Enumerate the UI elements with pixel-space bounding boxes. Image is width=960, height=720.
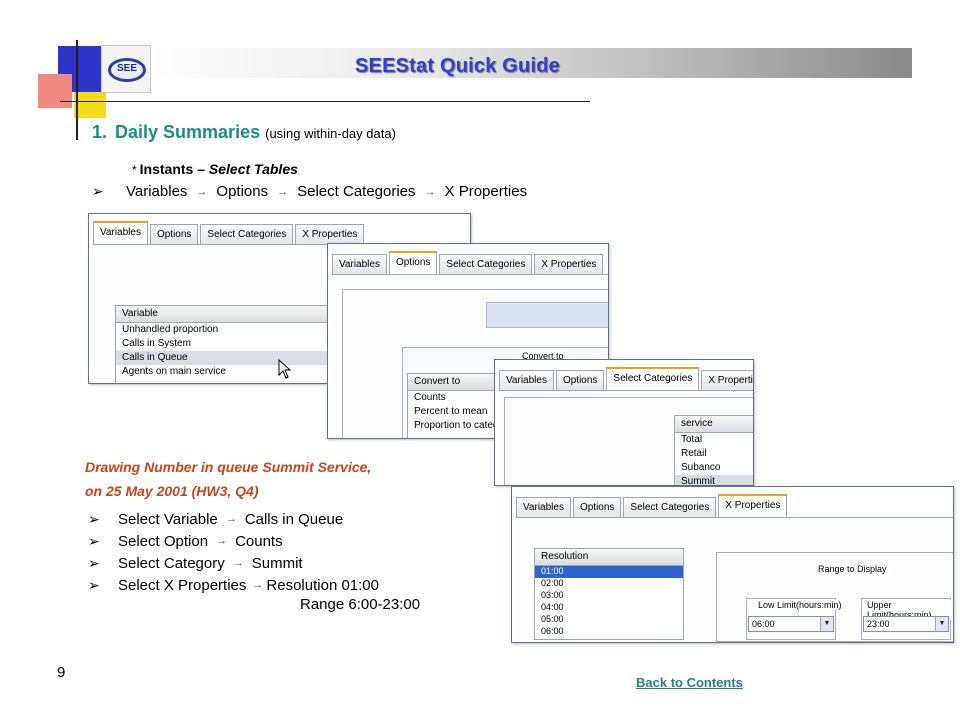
arrowhead-bullet-icon: ➢ xyxy=(88,510,100,527)
list-item[interactable]: 06:00 xyxy=(535,626,683,638)
navigation-flow: ➢ Variables → Options → Select Categorie… xyxy=(92,183,527,200)
list-item-selected[interactable]: Summit xyxy=(675,475,753,485)
tab-x-properties[interactable]: X Properties xyxy=(718,494,788,518)
tab-x-properties[interactable]: X Properties xyxy=(295,224,365,244)
deco-yellow-square xyxy=(74,92,106,118)
step-value: Calls in Queue xyxy=(244,510,344,528)
step-item: ➢ Select Variable → Calls in Queue xyxy=(88,508,420,530)
step-item: ➢ Select X Properties → Resolution 01:00 xyxy=(88,574,420,596)
list-item[interactable]: 04:00 xyxy=(535,602,683,614)
arrowhead-bullet-icon: ➢ xyxy=(88,554,100,571)
page-number: 9 xyxy=(57,664,66,681)
list-item[interactable]: Subanco xyxy=(675,461,753,475)
arrowhead-bullet-icon: ➢ xyxy=(88,532,100,549)
right-arrow-icon: → xyxy=(225,513,237,525)
list-item[interactable]: 02:00 xyxy=(535,578,683,590)
flow-item-variables: Variables xyxy=(126,183,188,200)
upper-limit-dropdown[interactable]: 23:00 ▼ xyxy=(863,616,949,632)
right-arrow-icon: → xyxy=(216,535,228,547)
see-logo: SEE xyxy=(101,45,151,93)
tab-select-categories[interactable]: Select Categories xyxy=(606,367,700,391)
list-item[interactable]: Total xyxy=(675,433,753,447)
step-value: Summit xyxy=(251,554,303,572)
tab-x-properties[interactable]: X Properties xyxy=(534,254,604,274)
tab-select-categories[interactable]: Select Categories xyxy=(439,254,533,274)
step-list: ➢ Select Variable → Calls in Queue ➢ Sel… xyxy=(88,508,420,618)
upper-limit-value: 23:00 xyxy=(867,619,890,629)
tab-strip: Variables Options Select Categories X Pr… xyxy=(332,250,605,275)
arrowhead-bullet-icon: ➢ xyxy=(88,576,100,593)
tab-variables[interactable]: Variables xyxy=(332,254,387,274)
tab-strip: Variables Options Select Categories X Pr… xyxy=(499,366,753,391)
service-list[interactable]: service Total Retail Subanco Summit xyxy=(674,415,753,485)
section-heading: 1. Daily Summaries (using within-day data… xyxy=(92,122,396,143)
tab-options[interactable]: Options xyxy=(149,224,199,244)
tab-variables[interactable]: Variables xyxy=(93,221,148,245)
tab-options[interactable]: Options xyxy=(555,370,605,390)
dropdown-arrow-icon[interactable]: ▼ xyxy=(935,617,948,631)
section-number: 1. xyxy=(92,122,108,142)
instants-label: Instants – xyxy=(139,161,209,177)
low-limit-value: 06:00 xyxy=(752,619,775,629)
tab-strip: Variables Options Select Categories X Pr… xyxy=(93,220,366,245)
tab-strip: Variables Options Select Categories X Pr… xyxy=(516,493,789,518)
instants-emphasis: Select Tables xyxy=(208,161,298,177)
step-prefix: Select X Properties xyxy=(118,576,247,594)
resolution-list-header: Resolution xyxy=(535,549,683,566)
low-limit-label: Low Limit(hours:min) xyxy=(756,600,844,610)
tab-x-properties[interactable]: X Properties xyxy=(701,370,753,390)
low-limit-dropdown[interactable]: 06:00 ▼ xyxy=(748,616,834,632)
step-value: Resolution 01:00 xyxy=(266,576,379,594)
screenshot-select-categories: Variables Options Select Categories X Pr… xyxy=(494,359,754,486)
step-value: Counts xyxy=(235,532,283,550)
list-item[interactable]: 03:00 xyxy=(535,590,683,602)
options-header-band xyxy=(486,302,608,328)
service-list-header: service xyxy=(675,416,753,433)
list-item[interactable]: 05:00 xyxy=(535,614,683,626)
step-prefix: Select Option xyxy=(118,532,209,550)
logo-text: SEE xyxy=(116,63,137,74)
section-subtitle: (using within-day data) xyxy=(265,126,396,141)
tab-options[interactable]: Options xyxy=(572,497,622,517)
right-arrow-icon: → xyxy=(277,185,289,198)
list-item[interactable]: Retail xyxy=(675,447,753,461)
right-arrow-icon: → xyxy=(424,185,436,198)
section-title: Daily Summaries xyxy=(115,122,261,142)
back-to-contents-link[interactable]: Back to Contents xyxy=(636,675,743,690)
flow-item-options: Options xyxy=(216,183,269,200)
tab-select-categories[interactable]: Select Categories xyxy=(200,224,294,244)
instants-line: * Instants – Select Tables xyxy=(132,161,298,177)
tab-panel: service Total Retail Subanco Summit xyxy=(499,390,753,485)
step-continuation: Range 6:00-23:00 xyxy=(300,596,421,613)
instants-marker: * xyxy=(132,163,137,177)
mouse-cursor-icon xyxy=(278,359,292,379)
tab-options[interactable]: Options xyxy=(388,251,438,275)
slide-title: SEEStat Quick Guide xyxy=(355,55,560,77)
tab-panel: Resolution 01:00 02:00 03:00 04:00 05:00… xyxy=(516,517,953,642)
list-item-selected[interactable]: 01:00 xyxy=(535,566,683,578)
deco-horizontal-line xyxy=(60,101,590,102)
dropdown-arrow-icon[interactable]: ▼ xyxy=(820,617,833,631)
tab-variables[interactable]: Variables xyxy=(499,370,554,390)
right-arrow-icon: → xyxy=(196,185,208,198)
tab-variables[interactable]: Variables xyxy=(516,497,571,517)
caption-line-2: on 25 May 2001 (HW3, Q4) xyxy=(85,483,259,499)
screenshot-x-properties: Variables Options Select Categories X Pr… xyxy=(511,486,954,643)
step-prefix: Select Variable xyxy=(118,510,218,528)
flow-item-select-categories: Select Categories xyxy=(297,183,416,200)
right-arrow-icon: → xyxy=(232,557,244,569)
tab-select-categories[interactable]: Select Categories xyxy=(623,497,717,517)
flow-item-x-properties: X Properties xyxy=(444,183,528,200)
step-item: ➢ Select Category → Summit xyxy=(88,552,420,574)
right-arrow-icon: → xyxy=(252,579,264,591)
deco-vertical-line xyxy=(76,40,78,140)
arrowhead-bullet-icon: ➢ xyxy=(92,183,104,199)
caption-line-1: Drawing Number in queue Summit Service, xyxy=(85,459,372,475)
step-item: ➢ Select Option → Counts xyxy=(88,530,420,552)
deco-red-square xyxy=(38,74,72,108)
step-prefix: Select Category xyxy=(118,554,225,572)
example-caption: Drawing Number in queue Summit Service, … xyxy=(85,455,485,503)
resolution-list[interactable]: Resolution 01:00 02:00 03:00 04:00 05:00… xyxy=(534,548,684,640)
range-group-label: Range to Display xyxy=(816,564,889,574)
